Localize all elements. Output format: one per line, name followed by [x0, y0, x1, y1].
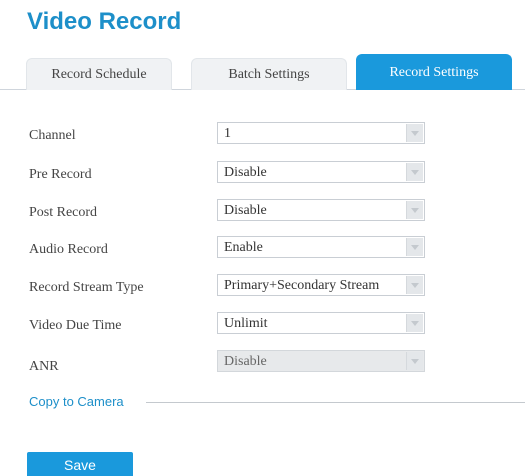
- tab-batch-settings[interactable]: Batch Settings: [191, 58, 347, 90]
- post-record-row: Post Record Disable: [0, 199, 525, 225]
- section-divider: [146, 402, 525, 403]
- chevron-down-icon: [406, 201, 423, 219]
- anr-row: ANR Disable: [0, 350, 525, 376]
- video-due-time-select[interactable]: Unlimit: [217, 312, 425, 334]
- save-button[interactable]: Save: [27, 452, 133, 476]
- chevron-down-icon: [406, 163, 423, 181]
- record-stream-type-value: Primary+Secondary Stream: [224, 278, 380, 293]
- page-title: Video Record: [27, 8, 182, 35]
- tab-record-settings[interactable]: Record Settings: [356, 54, 512, 90]
- chevron-down-icon: [406, 124, 423, 142]
- channel-value: 1: [224, 126, 231, 141]
- audio-record-row: Audio Record Enable: [0, 236, 525, 262]
- tab-record-schedule[interactable]: Record Schedule: [26, 58, 172, 90]
- channel-select[interactable]: 1: [217, 122, 425, 144]
- pre-record-label: Pre Record: [29, 167, 92, 182]
- pre-record-row: Pre Record Disable: [0, 161, 525, 187]
- chevron-down-icon: [406, 352, 423, 370]
- pre-record-select[interactable]: Disable: [217, 161, 425, 183]
- audio-record-value: Enable: [224, 240, 263, 255]
- anr-value: Disable: [224, 354, 267, 369]
- post-record-value: Disable: [224, 203, 267, 218]
- video-record-page: Video Record Record Schedule Batch Setti…: [0, 0, 525, 476]
- anr-select: Disable: [217, 350, 425, 372]
- post-record-select[interactable]: Disable: [217, 199, 425, 221]
- record-stream-type-row: Record Stream Type Primary+Secondary Str…: [0, 274, 525, 300]
- record-stream-type-select[interactable]: Primary+Secondary Stream: [217, 274, 425, 296]
- copy-to-camera-link[interactable]: Copy to Camera: [29, 394, 124, 409]
- video-due-time-row: Video Due Time Unlimit: [0, 312, 525, 338]
- channel-row: Channel 1: [0, 122, 525, 148]
- video-due-time-label: Video Due Time: [29, 318, 122, 333]
- anr-label: ANR: [29, 359, 59, 374]
- post-record-label: Post Record: [29, 205, 98, 220]
- video-due-time-value: Unlimit: [224, 316, 268, 331]
- tab-bar: Record Schedule Batch Settings Record Se…: [0, 54, 525, 90]
- chevron-down-icon: [406, 238, 423, 256]
- chevron-down-icon: [406, 314, 423, 332]
- channel-label: Channel: [29, 128, 76, 143]
- audio-record-label: Audio Record: [29, 242, 108, 257]
- copy-to-camera-row: Copy to Camera: [0, 392, 525, 412]
- audio-record-select[interactable]: Enable: [217, 236, 425, 258]
- chevron-down-icon: [406, 276, 423, 294]
- record-stream-type-label: Record Stream Type: [29, 280, 144, 295]
- pre-record-value: Disable: [224, 165, 267, 180]
